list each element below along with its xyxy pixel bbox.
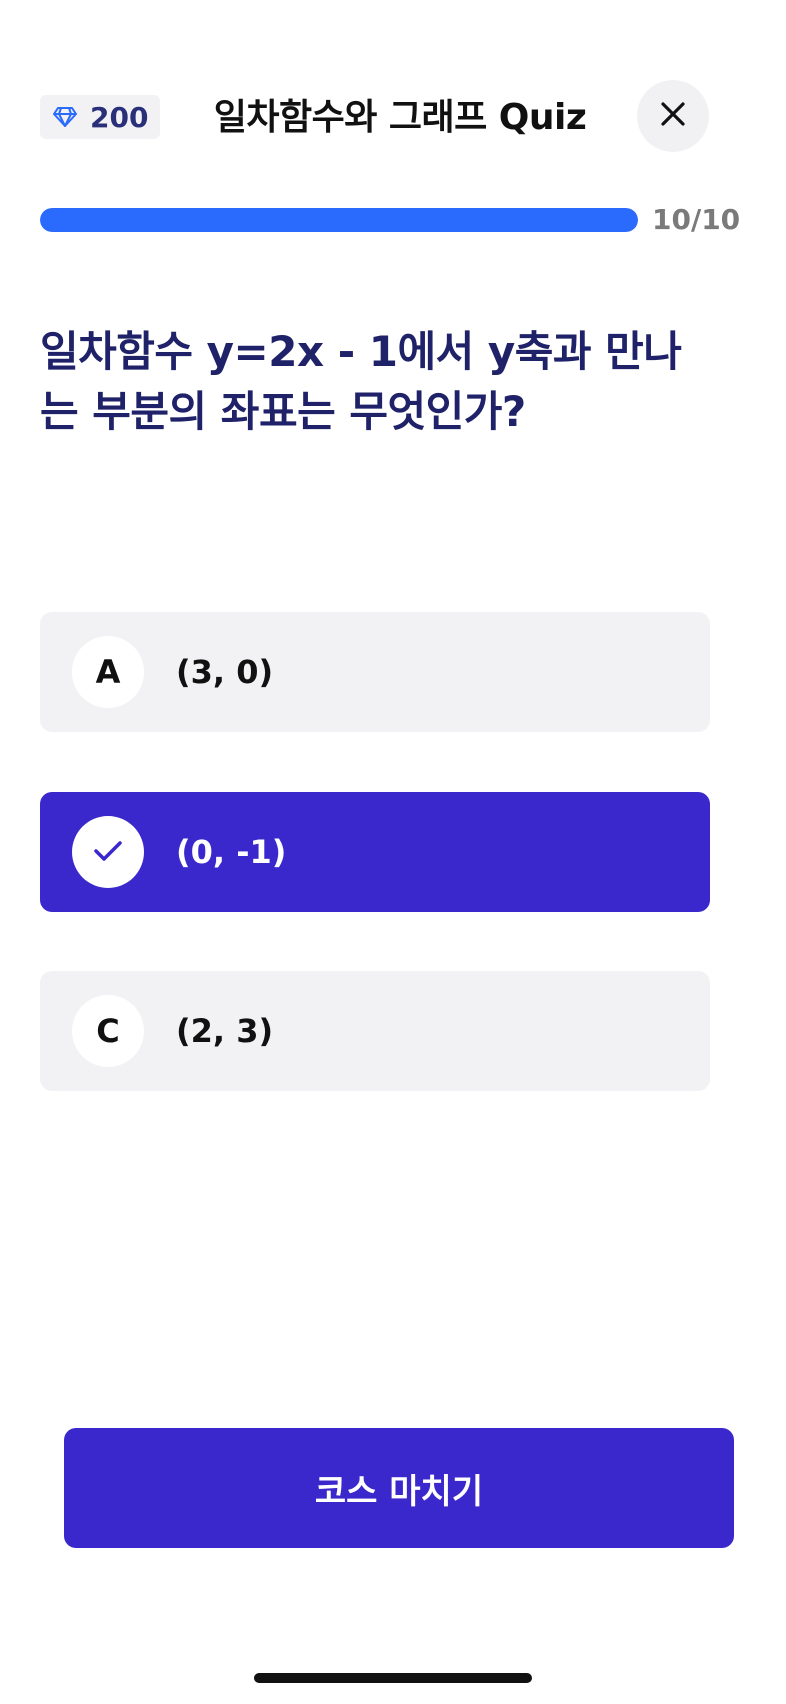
option-a[interactable]: A (3, 0): [40, 612, 710, 732]
score-value: 200: [90, 100, 149, 134]
progress-bar: [40, 208, 638, 232]
finish-course-button[interactable]: 코스 마치기: [64, 1428, 734, 1548]
option-c[interactable]: C (2, 3): [40, 971, 710, 1091]
gem-icon: [52, 104, 78, 130]
option-text: (0, -1): [176, 833, 287, 871]
close-icon: [659, 100, 687, 132]
option-marker: A: [72, 636, 144, 708]
check-icon: [93, 833, 123, 871]
option-marker: [72, 816, 144, 888]
option-text: (3, 0): [176, 653, 274, 691]
option-marker: C: [72, 995, 144, 1067]
close-button[interactable]: [637, 80, 709, 152]
quiz-title: 일차함수와 그래프 Quiz: [213, 97, 587, 138]
question-text: 일차함수 y=2x - 1에서 y축과 만나는 부분의 좌표는 무엇인가?: [40, 327, 682, 436]
option-b-selected[interactable]: (0, -1): [40, 792, 710, 912]
progress-counter: 10/10: [652, 203, 741, 236]
progress-bar-fill: [40, 208, 638, 232]
score-badge: 200: [40, 95, 160, 139]
option-text: (2, 3): [176, 1012, 274, 1050]
home-indicator: [254, 1673, 532, 1683]
